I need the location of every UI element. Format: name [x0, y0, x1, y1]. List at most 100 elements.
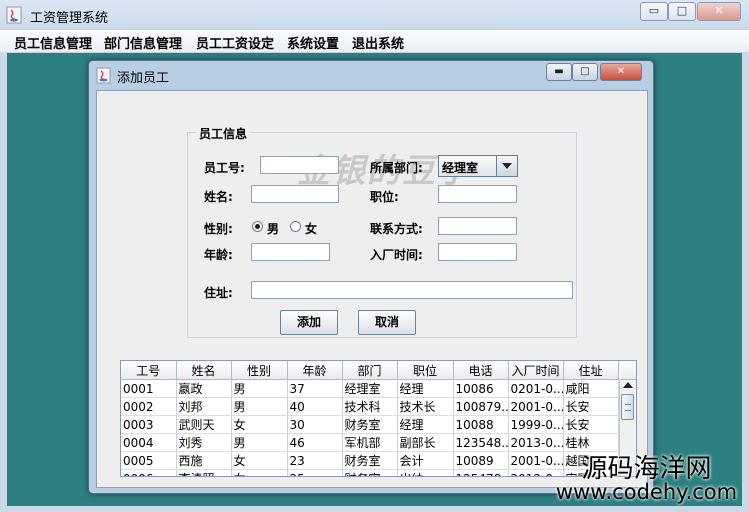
dialog-close-button[interactable]: ✕ [600, 63, 642, 81]
table-cell: 0002 [121, 397, 177, 416]
table-cell: 23 [287, 451, 343, 470]
dialog-content: 员工信息 金银的豆子 员工号: 姓名: 性别: 男 女 年龄: 住址: 所属部门… [96, 90, 648, 488]
table-row[interactable]: 0001 嬴政男 37 经理室 经理 10086 0201-0... 咸阳 [121, 379, 619, 398]
table-cell: 经理 [397, 415, 454, 434]
contact-label: 联系方式: [370, 222, 423, 236]
table-cell: 技术科 [342, 397, 398, 416]
cancel-button[interactable]: 取消 [358, 310, 416, 335]
table-cell: 军机部 [342, 433, 398, 452]
add-button[interactable]: 添加 [280, 310, 338, 335]
table-cell: 桂林 [563, 433, 619, 452]
table-cell: 0003 [121, 415, 177, 434]
gender-male-label[interactable]: 男 [267, 220, 279, 237]
menu-salary-setting[interactable]: 员工工资设定 [196, 33, 274, 52]
table-header-row: 工号 姓名 性别 年龄 部门 职位 电话 入厂时间 住址 [121, 361, 619, 380]
column-header[interactable]: 住址 [563, 361, 619, 380]
gender-female-label[interactable]: 女 [305, 220, 317, 237]
dialog-minimize-button[interactable]: ▬ [546, 63, 572, 81]
table-cell: 经理 [397, 379, 454, 398]
gender-label: 性别: [204, 222, 233, 236]
hire-date-field[interactable] [438, 243, 517, 261]
column-header[interactable]: 部门 [342, 361, 398, 380]
table-cell: 技术长 [397, 397, 454, 416]
window-border-right [742, 52, 749, 512]
chevron-down-icon[interactable] [496, 156, 517, 176]
table-cell: 长安 [563, 415, 619, 434]
table-cell: 财务室 [342, 469, 398, 476]
name-field[interactable] [251, 185, 339, 203]
department-selected: 经理室 [442, 161, 479, 175]
add-employee-dialog: 添加员工 ▬ □ ✕ 员工信息 金银的豆子 员工号: 姓名: 性别: 男 女 年… [88, 60, 654, 494]
table-cell: 会计 [397, 451, 454, 470]
column-header[interactable]: 年龄 [287, 361, 343, 380]
table-row[interactable]: 0004 刘秀男 46 军机部 副部长 123548... 2013-0... 桂林 [121, 433, 619, 452]
column-header[interactable]: 工号 [121, 361, 177, 380]
table-cell: 40 [287, 397, 343, 416]
table-row[interactable]: 0003 武则天女 30 财务室 经理 10088 1999-0... 长安 [121, 415, 619, 434]
hire-date-label: 入厂时间: [370, 248, 423, 262]
gender-female-radio[interactable] [290, 221, 301, 232]
dialog-titlebar[interactable]: 添加员工 ▬ □ ✕ [89, 61, 653, 89]
gender-male-radio[interactable] [252, 221, 263, 232]
table-cell: 男 [231, 397, 288, 416]
age-field[interactable] [251, 243, 330, 261]
table-cell: 女 [231, 415, 288, 434]
column-header[interactable]: 姓名 [176, 361, 232, 380]
table-header-corner [620, 361, 636, 380]
emp-id-field[interactable] [260, 156, 339, 174]
age-label: 年龄: [204, 248, 233, 262]
table-cell: 李清照 [176, 469, 232, 476]
table-cell: 25 [287, 469, 343, 476]
table-cell: 0001 [121, 379, 177, 398]
menu-system-settings[interactable]: 系统设置 [287, 33, 339, 52]
column-header[interactable]: 入厂时间 [508, 361, 564, 380]
department-combobox[interactable]: 经理室 [438, 155, 518, 177]
menu-exit[interactable]: 退出系统 [352, 33, 404, 52]
minimize-button[interactable]: ▭ [640, 2, 668, 21]
window-titlebar: 工资管理系统 ▭ □ ✕ [0, 0, 749, 31]
table-cell: 46 [287, 433, 343, 452]
dialog-title: 添加员工 [117, 71, 170, 86]
table-cell: 10088 [453, 415, 509, 434]
address-field[interactable] [251, 281, 573, 299]
dialog-maximize-button[interactable]: □ [572, 63, 598, 81]
table-cell: 30 [287, 415, 343, 434]
table-cell: 长安 [563, 397, 619, 416]
group-title: 员工信息 [196, 125, 251, 142]
position-label: 职位: [370, 190, 399, 204]
scroll-up-arrow-icon[interactable] [623, 382, 633, 388]
grip-icon [625, 404, 631, 411]
column-header[interactable]: 职位 [397, 361, 454, 380]
window-border-bottom [0, 506, 749, 512]
table-cell: 财务室 [342, 415, 398, 434]
table-cell: 0006 [121, 469, 177, 476]
table-cell: 0005 [121, 451, 177, 470]
table-cell: 2001-0... [508, 397, 564, 416]
table-cell: 125478 [453, 469, 509, 476]
table-cell: 男 [231, 379, 288, 398]
emp-id-label: 员工号: [204, 161, 245, 175]
table-cell: 出纳 [397, 469, 454, 476]
site-watermark-title: 源码海洋网 [581, 454, 712, 484]
table-cell: 刘邦 [176, 397, 232, 416]
column-header[interactable]: 电话 [453, 361, 509, 380]
maximize-button[interactable]: □ [668, 2, 696, 21]
table-cell: 10089 [453, 451, 509, 470]
table-cell: 西施 [176, 451, 232, 470]
menu-department-info[interactable]: 部门信息管理 [104, 33, 182, 52]
position-field[interactable] [438, 185, 517, 203]
menu-employee-info[interactable]: 员工信息管理 [14, 33, 92, 52]
contact-field[interactable] [438, 217, 517, 235]
table-cell: 武则天 [176, 415, 232, 434]
table-cell: 刘秀 [176, 433, 232, 452]
table-cell: 咸阳 [563, 379, 619, 398]
table-cell: 37 [287, 379, 343, 398]
name-label: 姓名: [204, 190, 233, 204]
menubar: 员工信息管理 部门信息管理 员工工资设定 系统设置 退出系统 [0, 30, 749, 53]
column-header[interactable]: 性别 [231, 361, 288, 380]
table-row[interactable]: 0002 刘邦男 40 技术科 技术长 100879... 2001-0... 长安 [121, 397, 619, 416]
close-button[interactable]: ✕ [697, 2, 741, 21]
table-cell: 嬴政 [176, 379, 232, 398]
table-cell: 财务室 [342, 451, 398, 470]
scroll-thumb[interactable] [621, 394, 634, 420]
